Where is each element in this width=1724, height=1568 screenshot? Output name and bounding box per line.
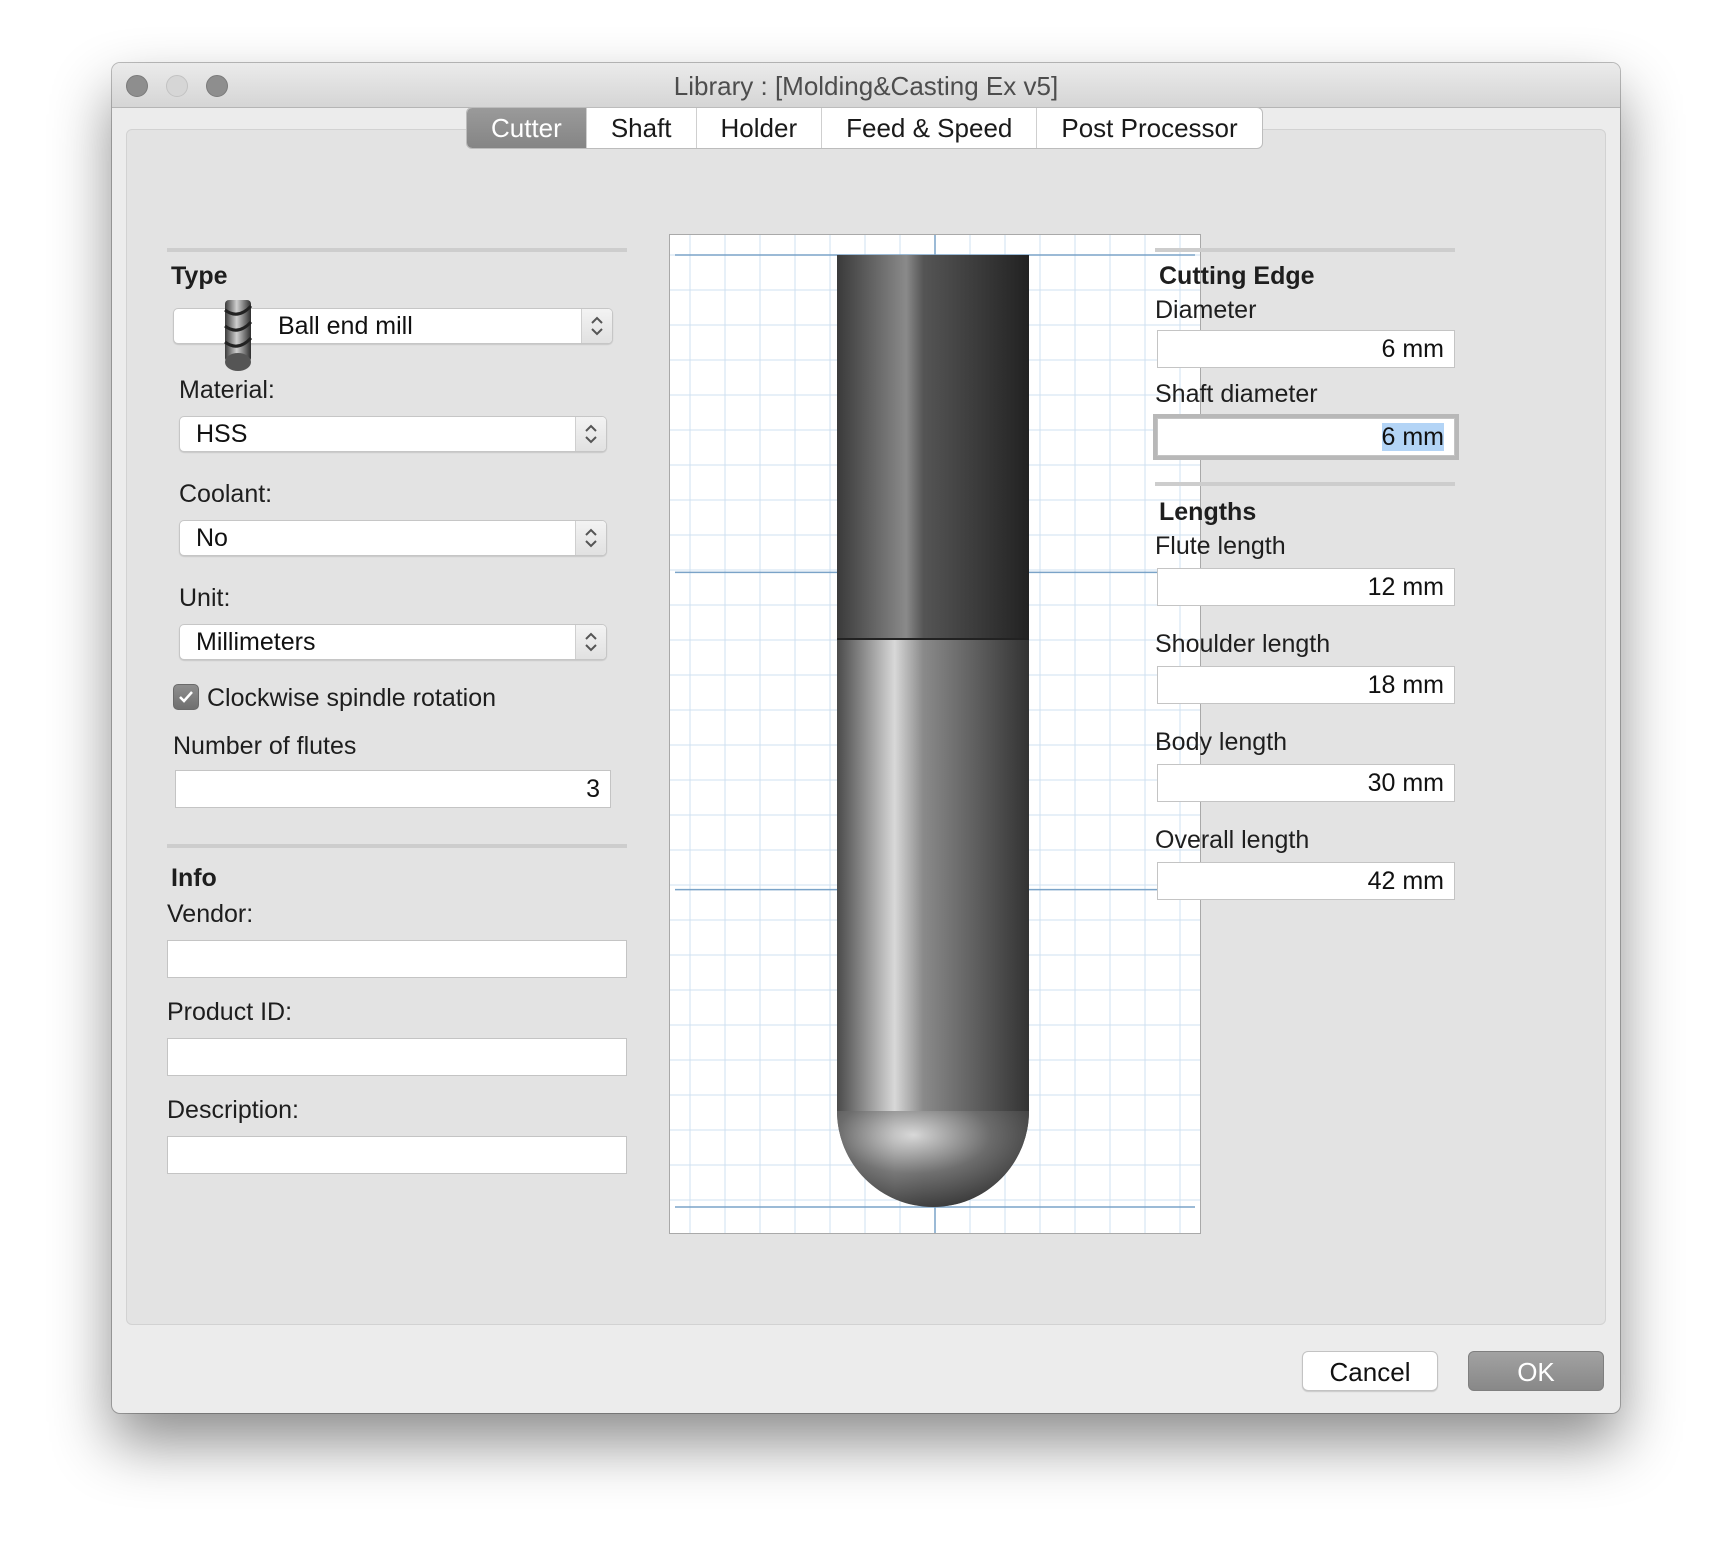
tab-shaft[interactable]: Shaft [585,108,696,148]
shaft-diameter-input[interactable]: 6 mm [1157,418,1455,456]
window-title: Library : [Molding&Casting Ex v5] [673,71,1059,101]
body-length-label: Body length [1155,728,1288,756]
cutting-edge-heading: Cutting Edge [1159,262,1315,290]
info-heading: Info [171,864,217,892]
tool-preview-canvas [670,235,1200,1233]
tool-ball-end [837,1111,1029,1207]
separator [167,248,627,252]
material-select[interactable]: HSS [179,416,607,452]
cutter-panel: Type Ball end mill Material: HSS Coolant… [126,129,1606,1325]
shaft-diameter-value: 6 mm [1381,423,1444,451]
coolant-label: Coolant: [179,480,273,508]
separator [167,844,627,848]
coolant-select[interactable]: No [179,520,607,556]
description-input[interactable] [167,1136,627,1174]
flutes-input[interactable]: 3 [175,770,611,808]
type-select-value: Ball end mill [278,312,413,340]
tab-bar: Cutter Shaft Holder Feed & Speed Post Pr… [466,107,1263,149]
shaft-diameter-label: Shaft diameter [1155,380,1318,408]
clockwise-checkbox[interactable] [173,684,199,710]
shoulder-length-label: Shoulder length [1155,630,1331,658]
unit-select-value: Millimeters [196,628,316,656]
body-length-input[interactable]: 30 mm [1157,764,1455,802]
vendor-input[interactable] [167,940,627,978]
material-label: Material: [179,376,275,404]
product-id-input[interactable] [167,1038,627,1076]
unit-select[interactable]: Millimeters [179,624,607,660]
shoulder-length-input[interactable]: 18 mm [1157,666,1455,704]
tab-post-processor[interactable]: Post Processor [1036,108,1261,148]
overall-length-label: Overall length [1155,826,1310,854]
vendor-label: Vendor: [167,900,254,928]
ball-end-mill-icon [224,300,253,371]
product-id-label: Product ID: [167,998,293,1026]
description-label: Description: [167,1096,299,1124]
unit-label: Unit: [179,584,231,612]
checkmark-icon [179,691,193,703]
coolant-select-value: No [196,524,228,552]
tab-holder[interactable]: Holder [695,108,822,148]
separator [1155,482,1455,486]
diameter-input[interactable]: 6 mm [1157,330,1455,368]
material-select-value: HSS [196,420,248,448]
tool-preview [669,234,1201,1234]
tab-feed-speed[interactable]: Feed & Speed [821,108,1036,148]
overall-length-input[interactable]: 42 mm [1157,862,1455,900]
flutes-label: Number of flutes [173,732,357,760]
clockwise-label: Clockwise spindle rotation [207,684,497,712]
updown-arrows-icon [575,521,606,555]
cancel-button[interactable]: Cancel [1302,1351,1438,1391]
updown-arrows-icon [575,625,606,659]
flute-length-input[interactable]: 12 mm [1157,568,1455,606]
diameter-label: Diameter [1155,296,1257,324]
tool-shaft [837,255,1029,639]
tab-cutter[interactable]: Cutter [467,108,586,148]
library-dialog: Library : [Molding&Casting Ex v5] Cutter… [112,63,1620,1413]
lengths-heading: Lengths [1159,498,1257,526]
separator [1155,248,1455,252]
updown-arrows-icon [575,417,606,451]
ok-button[interactable]: OK [1468,1351,1604,1391]
updown-arrows-icon [581,309,612,343]
flute-length-label: Flute length [1155,532,1286,560]
title-bar: Library : [Molding&Casting Ex v5] [112,63,1620,108]
type-heading: Type [171,262,228,290]
